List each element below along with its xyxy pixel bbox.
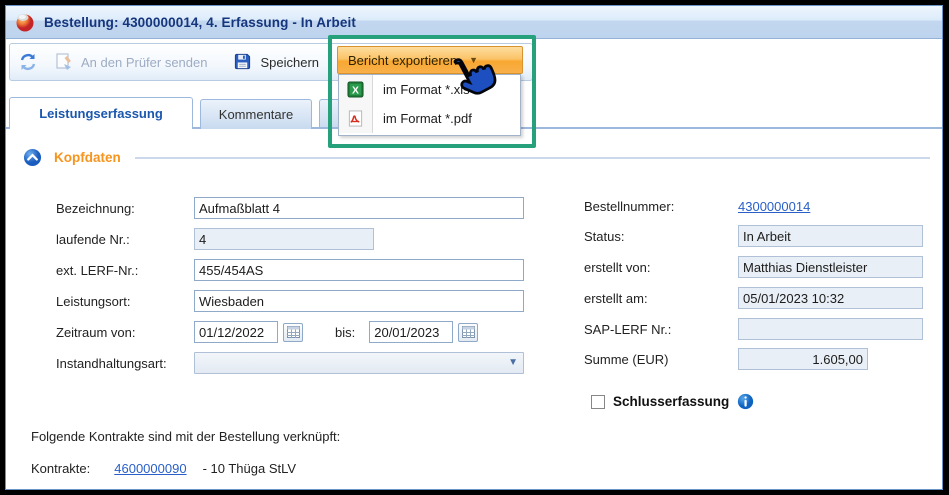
field-row-summe: Summe (EUR) — [584, 348, 868, 370]
info-icon[interactable] — [737, 393, 754, 410]
send-document-icon — [54, 52, 74, 72]
window-title: Bestellung: 4300000014, 4. Erfassung - I… — [44, 15, 356, 30]
kontrakt-link[interactable]: 4600000090 — [114, 461, 186, 476]
chevron-down-icon: ▼ — [469, 55, 478, 65]
application-window: Bestellung: 4300000014, 4. Erfassung - I… — [5, 5, 943, 490]
menu-item-export-pdf[interactable]: im Format *.pdf — [339, 104, 520, 133]
send-to-reviewer-label: An den Prüfer senden — [81, 55, 207, 70]
status-input — [738, 225, 923, 247]
leistungsort-input[interactable] — [194, 290, 524, 312]
calendar-icon[interactable] — [458, 323, 478, 342]
field-row-ext-lerf: ext. LERF-Nr.: — [56, 259, 524, 281]
status-label: Status: — [584, 229, 738, 244]
laufende-nr-label: laufende Nr.: — [56, 232, 194, 247]
section-title: Kopfdaten — [54, 150, 121, 165]
save-icon — [233, 52, 253, 72]
erstellt-von-label: erstellt von: — [584, 260, 738, 275]
erstellt-am-label: erstellt am: — [584, 291, 738, 306]
pdf-icon — [347, 110, 364, 127]
field-row-leistungsort: Leistungsort: — [56, 290, 524, 312]
schlusserfassung-label: Schlusserfassung — [613, 394, 729, 409]
kontrakte-row: Kontrakte: 4600000090 - 10 Thüga StLV — [31, 461, 296, 476]
bezeichnung-label: Bezeichnung: — [56, 201, 194, 216]
field-row-instandhaltungsart: Instandhaltungsart: ▼ — [56, 352, 524, 374]
svg-text:X: X — [352, 85, 359, 96]
title-bar: Bestellung: 4300000014, 4. Erfassung - I… — [6, 6, 942, 39]
excel-icon: X — [347, 81, 364, 98]
tab-kommentare[interactable]: Kommentare — [200, 99, 312, 129]
menu-item-label: im Format *.xls — [373, 82, 470, 97]
send-to-reviewer-button[interactable]: An den Prüfer senden — [48, 49, 213, 75]
schlusserfassung-row: Schlusserfassung — [591, 393, 754, 410]
kopfdaten-section-header: Kopfdaten — [23, 148, 930, 167]
kontrakte-label: Kontrakte: — [31, 461, 90, 476]
ext-lerf-label: ext. LERF-Nr.: — [56, 263, 194, 278]
field-row-erstellt-am: erstellt am: — [584, 287, 923, 309]
kontrakt-description: - 10 Thüga StLV — [203, 461, 296, 476]
save-button[interactable]: Speichern — [227, 49, 325, 75]
save-label: Speichern — [260, 55, 319, 70]
kontrakte-intro: Folgende Kontrakte sind mit der Bestellu… — [31, 429, 340, 444]
sap-lerf-label: SAP-LERF Nr.: — [584, 322, 738, 337]
bestellnummer-link[interactable]: 4300000014 — [738, 199, 810, 214]
schlusserfassung-checkbox[interactable] — [591, 395, 605, 409]
sap-lerf-input — [738, 318, 923, 340]
erstellt-von-input — [738, 256, 923, 278]
instandhaltungsart-label: Instandhaltungsart: — [56, 356, 194, 371]
summe-input — [738, 348, 868, 370]
field-row-zeitraum: Zeitraum von: bis: — [56, 321, 478, 343]
menu-item-export-xls[interactable]: X im Format *.xls — [339, 75, 520, 104]
app-logo-icon — [15, 12, 35, 32]
field-row-bezeichnung: Bezeichnung: — [56, 197, 524, 219]
laufende-nr-input — [194, 228, 374, 250]
field-row-sap-lerf: SAP-LERF Nr.: — [584, 318, 923, 340]
calendar-icon[interactable] — [283, 323, 303, 342]
bezeichnung-input[interactable] — [194, 197, 524, 219]
chevron-down-icon: ▼ — [508, 357, 518, 368]
collapse-up-icon[interactable] — [23, 148, 42, 167]
instandhaltungsart-dropdown[interactable]: ▼ — [194, 352, 524, 374]
tab-leistungserfassung[interactable]: Leistungserfassung — [9, 97, 193, 129]
tab-label: Kommentare — [219, 107, 293, 122]
export-dropdown-menu: X im Format *.xls im Format *.pdf — [338, 74, 521, 136]
erstellt-am-input — [738, 287, 923, 309]
bestellnummer-label: Bestellnummer: — [584, 199, 738, 214]
export-report-button[interactable]: Bericht exportieren ▼ — [337, 46, 523, 74]
field-row-bestellnummer: Bestellnummer: 4300000014 — [584, 199, 810, 214]
field-row-erstellt-von: erstellt von: — [584, 256, 923, 278]
tab-label: Leistungserfassung — [39, 106, 163, 121]
ext-lerf-input[interactable] — [194, 259, 524, 281]
zeitraum-bis-input[interactable] — [369, 321, 453, 343]
section-rule — [135, 157, 930, 159]
export-report-label: Bericht exportieren — [348, 53, 457, 68]
refresh-icon[interactable] — [18, 52, 38, 72]
field-row-status: Status: — [584, 225, 923, 247]
menu-item-label: im Format *.pdf — [373, 111, 472, 126]
field-row-laufende-nr: laufende Nr.: — [56, 228, 374, 250]
zeitraum-von-input[interactable] — [194, 321, 278, 343]
screenshot-frame: Bestellung: 4300000014, 4. Erfassung - I… — [0, 0, 949, 495]
bis-label: bis: — [335, 325, 355, 340]
summe-label: Summe (EUR) — [584, 352, 738, 367]
leistungsort-label: Leistungsort: — [56, 294, 194, 309]
zeitraum-von-label: Zeitraum von: — [56, 325, 194, 340]
